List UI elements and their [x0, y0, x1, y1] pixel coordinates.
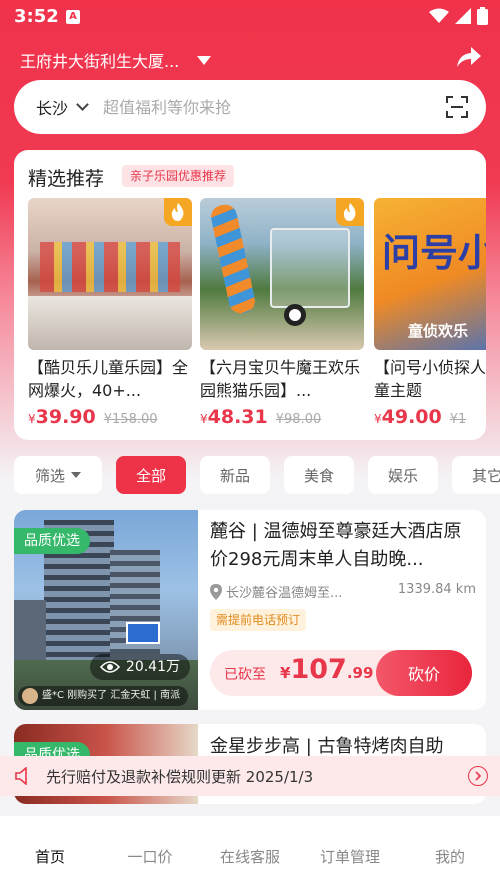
card-title: 【酷贝乐儿童乐园】全网爆火，40+... — [28, 358, 189, 400]
tab-mine[interactable]: 我的 — [400, 816, 500, 888]
city-selector[interactable]: 长沙 — [36, 95, 68, 119]
tab-home[interactable]: 首页 — [0, 816, 100, 888]
announcement-text: 先行赔付及退款补偿规则更新 2025/1/3 — [46, 767, 314, 786]
recommend-card[interactable]: 【六月宝贝牛魔王欢乐园熊猫乐园】... ¥48.31 ¥98.00 — [200, 198, 364, 428]
notification-app-icon: A — [66, 10, 80, 24]
status-time: 3:52 — [14, 6, 59, 27]
eye-icon — [99, 661, 120, 673]
speaker-icon — [15, 767, 27, 785]
chevron-right-icon[interactable] — [468, 766, 488, 786]
tab-fixed-price[interactable]: 一口价 — [100, 816, 200, 888]
filter-bar: 筛选 全部 新品 美食 娱乐 其它 — [14, 456, 500, 496]
hot-icon — [164, 198, 192, 226]
bargain-label: 已砍至 — [224, 667, 266, 683]
deal-title: 金星步步高 | 古鲁特烤肉自助 — [210, 736, 444, 757]
filter-dropdown[interactable]: 筛选 — [14, 456, 102, 494]
avatar — [22, 688, 38, 704]
recommend-card[interactable]: 【酷贝乐儿童乐园】全网爆火，40+... ¥39.90 ¥158.00 — [28, 198, 192, 428]
bottom-tab-bar: 首页 一口价 在线客服 订单管理 我的 — [0, 816, 500, 888]
card-price: ¥49.00 — [374, 406, 442, 428]
card-price: ¥48.31 — [200, 406, 268, 428]
location-text: 王府井大街利生大厦... — [20, 52, 180, 71]
dropdown-triangle-icon — [197, 55, 212, 65]
tab-customer-service[interactable]: 在线客服 — [200, 816, 300, 888]
card-price: ¥39.90 — [28, 406, 96, 428]
recommend-section: 精选推荐 亲子乐园优惠推荐 【酷贝乐儿童乐园】全网爆火，40+... ¥39.9… — [14, 150, 486, 440]
booking-note: 需提前电话预订 — [210, 609, 307, 631]
search-input[interactable] — [103, 97, 404, 117]
card-title: 【六月宝贝牛魔王欢乐园熊猫乐园】... — [200, 358, 361, 400]
signal-icon — [455, 8, 471, 24]
card-title: 【问号小侦探人票 儿童主题 — [374, 358, 486, 400]
status-bar: 3:52 A — [0, 0, 500, 34]
card-image — [200, 198, 364, 350]
filter-dropdown-label: 筛选 — [34, 466, 65, 485]
filter-chip-food[interactable]: 美食 — [284, 456, 354, 494]
share-icon[interactable] — [456, 46, 482, 68]
deal-address: 长沙麓谷温德姆至... — [226, 586, 343, 601]
view-count: 20.41万 — [89, 654, 190, 680]
system-icons — [429, 7, 488, 25]
purchase-notice: 盛*C 刚购买了 汇金天虹 | 南派 — [18, 686, 189, 706]
wifi-icon — [429, 8, 449, 23]
bargain-bar: 已砍至 ¥107.99 砍价 — [210, 650, 472, 696]
card-image: 问号小侦 童侦欢乐 — [374, 198, 486, 350]
scan-icon[interactable] — [446, 96, 468, 118]
battery-icon — [477, 7, 488, 25]
deal-address-row: 长沙麓谷温德姆至... 1339.84 km — [210, 582, 476, 601]
recommend-tag: 亲子乐园优惠推荐 — [122, 165, 235, 187]
recommend-card[interactable]: 问号小侦 童侦欢乐 【问号小侦探人票 儿童主题 ¥49.00 ¥1 — [374, 198, 486, 428]
filter-chip-other[interactable]: 其它 — [452, 456, 500, 494]
deal-title: 麓谷 | 温德姆至尊豪廷大酒店原价298元周末单人自助晚... — [210, 521, 462, 570]
deal-image: 品质优选 20.41万 盛*C 刚购买了 汇金天虹 | 南派 — [14, 510, 198, 710]
filter-chip-entertainment[interactable]: 娱乐 — [368, 456, 438, 494]
caret-down-icon — [71, 472, 81, 478]
recommend-cards: 【酷贝乐儿童乐园】全网爆火，40+... ¥39.90 ¥158.00 【六月宝… — [28, 198, 486, 438]
card-banner-subtext: 童侦欢乐 — [408, 322, 469, 340]
card-banner-text: 问号小侦 — [382, 231, 486, 275]
filter-chip-all[interactable]: 全部 — [116, 456, 186, 494]
card-image — [28, 198, 192, 350]
view-count-value: 20.41万 — [125, 659, 180, 675]
search-bar[interactable]: 长沙 — [14, 80, 486, 134]
bargain-button[interactable]: 砍价 — [376, 650, 472, 696]
purchase-notice-text: 盛*C 刚购买了 汇金天虹 | 南派 — [42, 690, 181, 701]
location-selector[interactable]: 王府井大街利生大厦... — [20, 48, 212, 72]
card-original-price: ¥98.00 — [275, 412, 322, 427]
tab-orders[interactable]: 订单管理 — [300, 816, 400, 888]
card-original-price: ¥1 — [449, 412, 467, 427]
hot-icon — [336, 198, 364, 226]
quality-badge: 品质优选 — [14, 528, 90, 554]
recommend-title: 精选推荐 — [28, 168, 105, 190]
filter-chip-new[interactable]: 新品 — [200, 456, 270, 494]
location-pin-icon — [210, 583, 222, 600]
bargain-price: ¥107.99 — [280, 654, 374, 685]
announcement-bar[interactable]: 先行赔付及退款补偿规则更新 2025/1/3 — [0, 756, 500, 796]
deal-card[interactable]: 品质优选 20.41万 盛*C 刚购买了 汇金天虹 | 南派 麓谷 | 温德姆至… — [14, 510, 486, 710]
chevron-down-icon — [76, 97, 89, 111]
deal-distance: 1339.84 km — [397, 582, 476, 597]
card-original-price: ¥158.00 — [103, 412, 158, 427]
